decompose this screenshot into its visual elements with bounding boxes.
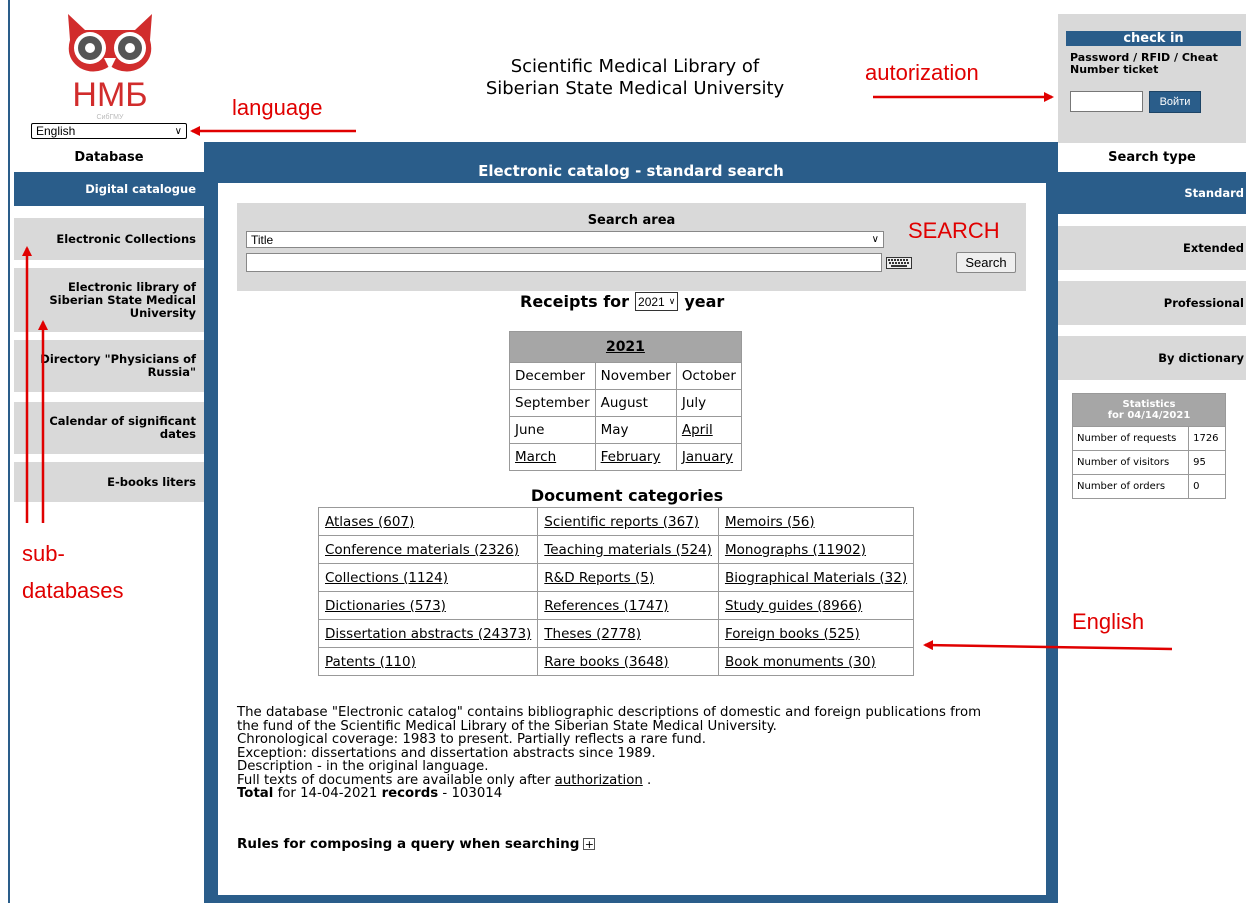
annotation-arrows (22, 92, 1173, 651)
arrow-to-foreign-books (923, 640, 1173, 651)
